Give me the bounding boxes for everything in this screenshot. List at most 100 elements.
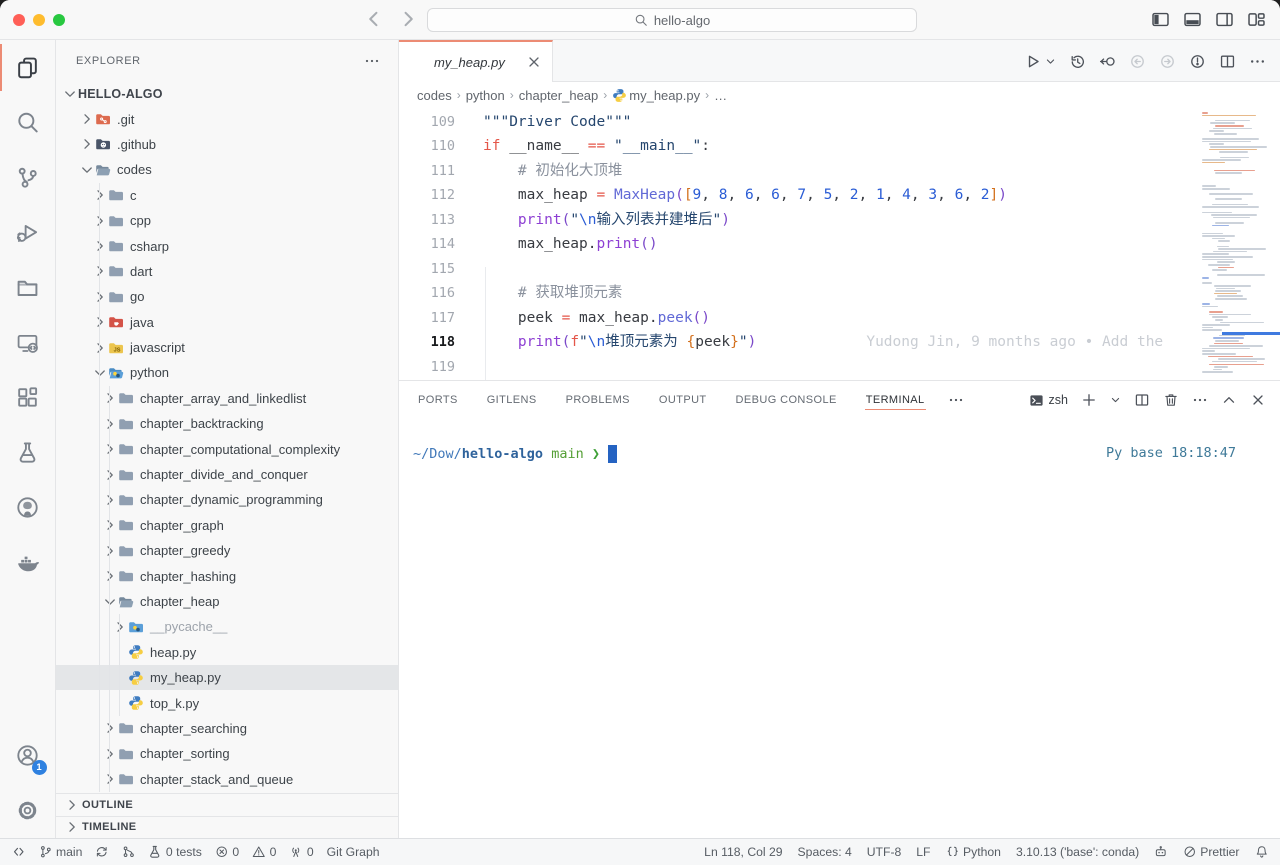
breadcrumb-item[interactable]: my_heap.py	[612, 88, 700, 103]
breadcrumb-item[interactable]: chapter_heap	[519, 88, 599, 103]
status-indentation[interactable]: Spaces: 4	[798, 845, 852, 859]
tree-item--github[interactable]: .github	[56, 132, 398, 157]
maximize-panel-icon[interactable]	[1221, 392, 1237, 408]
panel-tab-problems[interactable]: PROBLEMS	[565, 383, 631, 417]
accounts-icon[interactable]: 1	[0, 728, 56, 783]
status-prettier[interactable]: Prettier	[1183, 845, 1240, 859]
tree-item-chapter-greedy[interactable]: chapter_greedy	[56, 538, 398, 563]
tree-item-chapter-divide-and-conquer[interactable]: chapter_divide_and_conquer	[56, 462, 398, 487]
panel-tab-output[interactable]: OUTPUT	[658, 383, 708, 417]
tree-item--git[interactable]: .git	[56, 106, 398, 131]
terminal-dropdown-icon[interactable]	[1110, 392, 1121, 408]
outline-section[interactable]: OUTLINE	[56, 793, 398, 816]
status-notifications[interactable]	[1255, 845, 1269, 859]
tree-item-chapter-stack-and-queue[interactable]: chapter_stack_and_queue	[56, 767, 398, 792]
minimap[interactable]	[1196, 108, 1280, 380]
open-changes-icon[interactable]	[1099, 53, 1116, 70]
github-icon[interactable]	[0, 480, 56, 535]
remote-explorer-icon[interactable]	[0, 315, 56, 370]
status-encoding[interactable]: UTF-8	[867, 845, 902, 859]
minimize-window-button[interactable]	[33, 14, 45, 26]
zoom-window-button[interactable]	[53, 14, 65, 26]
toggle-sidebar-icon[interactable]	[1151, 10, 1170, 29]
editor-more-actions-icon[interactable]	[1249, 53, 1266, 70]
status-feedback[interactable]: 0	[289, 845, 313, 859]
status-python-interpreter[interactable]: 3.10.13 ('base': conda)	[1016, 845, 1139, 859]
run-python-file-icon[interactable]	[1024, 53, 1041, 70]
tree-item-chapter-backtracking[interactable]: chapter_backtracking	[56, 411, 398, 436]
kill-terminal-icon[interactable]	[1163, 392, 1179, 408]
tree-item-go[interactable]: go	[56, 284, 398, 309]
breadcrumb-item[interactable]: codes	[417, 88, 452, 103]
breadcrumb-item[interactable]: python	[466, 88, 505, 103]
new-terminal-icon[interactable]	[1081, 392, 1097, 408]
tree-item-python[interactable]: python	[56, 360, 398, 385]
panel-tab-terminal[interactable]: TERMINAL	[865, 383, 926, 417]
explorer-icon[interactable]	[0, 40, 56, 95]
status-git-graph[interactable]: Git Graph	[327, 845, 380, 859]
status-cursor-position[interactable]: Ln 118, Col 29	[704, 845, 782, 859]
tree-item-dart[interactable]: dart	[56, 259, 398, 284]
docker-icon[interactable]	[0, 535, 56, 590]
tree-item-chapter-heap[interactable]: chapter_heap	[56, 589, 398, 614]
tree-item-java[interactable]: java	[56, 310, 398, 335]
tree-item-top-k-py[interactable]: top_k.py	[56, 690, 398, 715]
panel-more-actions-icon[interactable]	[1192, 392, 1208, 408]
panel-tab-debug-console[interactable]: DEBUG CONSOLE	[735, 383, 838, 417]
tab-close-icon[interactable]	[526, 54, 542, 70]
source-control-icon[interactable]	[0, 150, 56, 205]
customize-layout-icon[interactable]	[1247, 10, 1266, 29]
file-history-icon[interactable]	[1069, 53, 1086, 70]
extensions-icon[interactable]	[0, 370, 56, 425]
status-language-mode[interactable]: Python	[946, 845, 1001, 859]
status-errors[interactable]: 0	[215, 845, 239, 859]
code-editor[interactable]: 109"""Driver Code"""110if __name__ == "_…	[399, 108, 1280, 380]
tab-my-heap[interactable]: my_heap.py	[399, 40, 553, 82]
status-sync-changes[interactable]	[95, 845, 109, 859]
commit-graph-icon[interactable]	[1189, 53, 1206, 70]
terminal-view[interactable]: ~/Dow/hello-algo main ❯ Py base 18:18:47	[399, 419, 1280, 838]
project-manager-icon[interactable]	[0, 260, 56, 315]
tree-item-chapter-searching[interactable]: chapter_searching	[56, 716, 398, 741]
status-remote-indicator[interactable]	[12, 845, 26, 859]
explorer-more-actions-icon[interactable]	[364, 53, 380, 69]
tree-item-my-heap-py[interactable]: my_heap.py	[56, 665, 398, 690]
status-copilot[interactable]	[1154, 845, 1168, 859]
panel-more-tabs-icon[interactable]	[948, 392, 964, 408]
tree-item-heap-py[interactable]: heap.py	[56, 640, 398, 665]
tree-item-chapter-dynamic-programming[interactable]: chapter_dynamic_programming	[56, 487, 398, 512]
status-git-graph-icon-item[interactable]	[122, 845, 136, 859]
command-center-search[interactable]: hello-algo	[427, 8, 917, 32]
tree-item-chapter-hashing[interactable]: chapter_hashing	[56, 563, 398, 588]
testing-icon[interactable]	[0, 425, 56, 480]
tree-item-javascript[interactable]: JSjavascript	[56, 335, 398, 360]
tree-item-chapter-array-and-linkedlist[interactable]: chapter_array_and_linkedlist	[56, 386, 398, 411]
tree-item-chapter-sorting[interactable]: chapter_sorting	[56, 741, 398, 766]
run-dropdown-icon[interactable]	[1045, 56, 1056, 67]
tree-item-csharp[interactable]: csharp	[56, 233, 398, 258]
close-window-button[interactable]	[13, 14, 25, 26]
tree-item-c[interactable]: c	[56, 183, 398, 208]
tree-item-chapter-graph[interactable]: chapter_graph	[56, 513, 398, 538]
previous-change-icon[interactable]	[1129, 53, 1146, 70]
nav-forward-icon[interactable]	[398, 8, 420, 30]
status-eol[interactable]: LF	[916, 845, 930, 859]
panel-tab-gitlens[interactable]: GITLENS	[486, 383, 538, 417]
status-warnings[interactable]: 0	[252, 845, 276, 859]
settings-gear-icon[interactable]	[0, 783, 56, 838]
close-panel-icon[interactable]	[1250, 392, 1266, 408]
split-editor-icon[interactable]	[1219, 53, 1236, 70]
nav-back-icon[interactable]	[362, 8, 384, 30]
tree-item-hello-algo[interactable]: HELLO-ALGO	[56, 81, 398, 106]
run-debug-icon[interactable]	[0, 205, 56, 260]
panel-tab-ports[interactable]: PORTS	[417, 383, 459, 417]
terminal-shell-selector[interactable]: zsh	[1029, 393, 1068, 408]
toggle-secondary-sidebar-icon[interactable]	[1215, 10, 1234, 29]
tree-item--pycache-[interactable]: __pycache__	[56, 614, 398, 639]
tree-item-cpp[interactable]: cpp	[56, 208, 398, 233]
next-change-icon[interactable]	[1159, 53, 1176, 70]
toggle-panel-icon[interactable]	[1183, 10, 1202, 29]
status-test-status[interactable]: 0 tests	[148, 845, 201, 859]
tree-item-chapter-computational-complexity[interactable]: chapter_computational_complexity	[56, 436, 398, 461]
breadcrumb-item[interactable]: …	[714, 88, 727, 103]
